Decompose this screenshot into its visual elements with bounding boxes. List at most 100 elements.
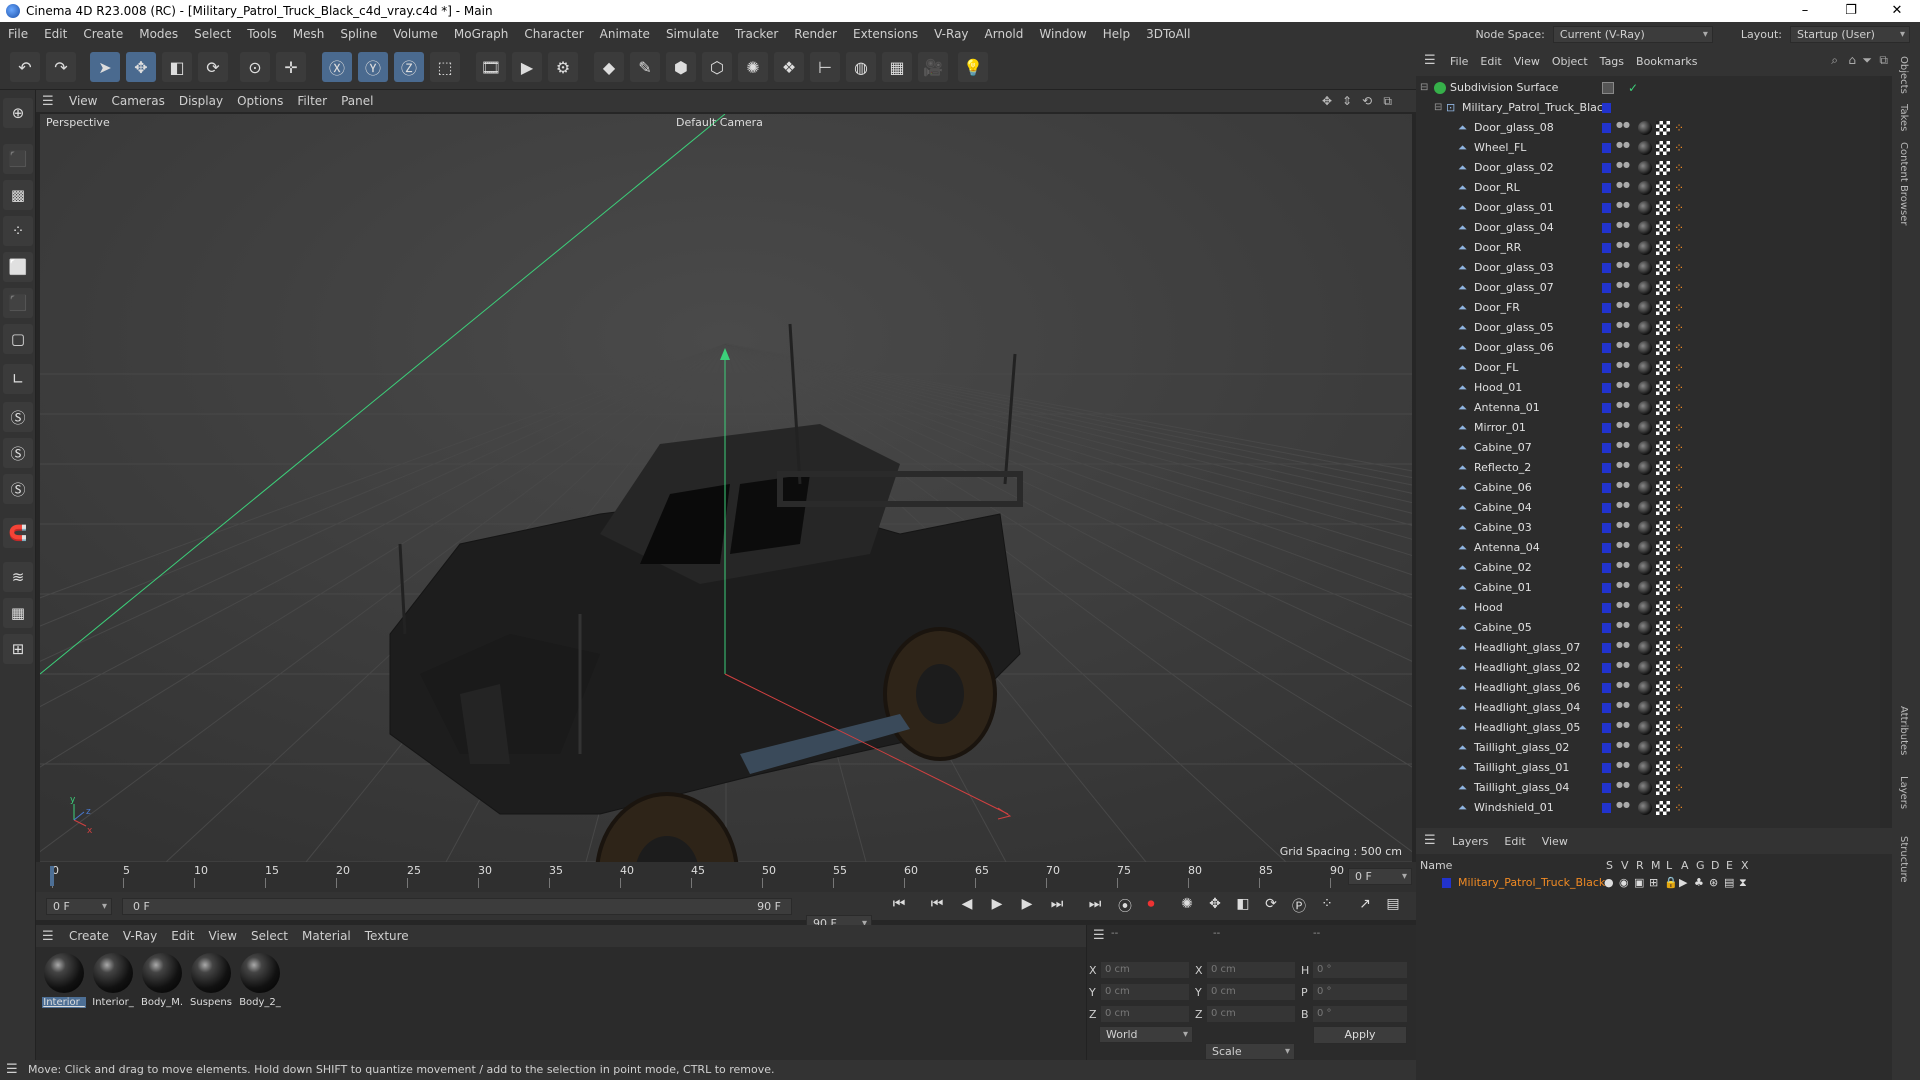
visibility-dots-icon[interactable]: ●● [1616,421,1630,435]
deformer-icon[interactable]: ⊢ [810,52,840,82]
phong-tag-icon[interactable]: ⁘ [1674,141,1688,155]
layer-color-icon[interactable] [1602,663,1611,673]
texture-tag-icon[interactable] [1656,141,1670,155]
texture-tag-icon[interactable] [1656,401,1670,415]
vray-material-tag-icon[interactable] [1638,501,1652,515]
tree-row[interactable]: ⏶ Door_glass_07 ●● ⁘ [1416,278,1876,298]
undo-icon[interactable]: ↶ [10,52,40,82]
play-icon[interactable]: ▶ [986,896,1008,916]
lock-icon[interactable]: 🔒 [1664,876,1678,889]
tree-row[interactable]: ⏶ Wheel_FL ●● ⁘ [1416,138,1876,158]
texture-tag-icon[interactable] [1656,561,1670,575]
visibility-dots-icon[interactable]: ●● [1616,361,1630,375]
vray-material-tag-icon[interactable] [1638,401,1652,415]
menu-arnold[interactable]: Arnold [977,27,1032,41]
key-rotation-icon[interactable]: ⟳ [1260,896,1282,916]
visibility-dots-icon[interactable]: ●● [1616,521,1630,535]
phong-tag-icon[interactable]: ⁘ [1674,281,1688,295]
visibility-dots-icon[interactable]: ●● [1616,541,1630,555]
visibility-dots-icon[interactable]: ●● [1616,181,1630,195]
texture-tag-icon[interactable] [1656,801,1670,815]
coord-size-field[interactable]: 0 cm [1207,962,1295,978]
tree-row[interactable]: ⏶ Antenna_04 ●● ⁘ [1416,538,1876,558]
phong-tag-icon[interactable]: ⁘ [1674,221,1688,235]
phong-tag-icon[interactable]: ⁘ [1674,161,1688,175]
coord-system-dropdown[interactable]: World [1099,1026,1193,1043]
material-swatch[interactable]: Body_2_ [238,953,282,1008]
menu-extensions[interactable]: Extensions [845,27,926,41]
object-menu-tags[interactable]: Tags [1594,55,1630,68]
material-menu-create[interactable]: Create [62,929,116,943]
object-menu-bookmarks[interactable]: Bookmarks [1630,55,1703,68]
tree-row[interactable]: ⏶ Cabine_01 ●● ⁘ [1416,578,1876,598]
next-frame-icon[interactable]: ▶ [1016,896,1038,916]
phong-tag-icon[interactable]: ⁘ [1674,401,1688,415]
texture-tag-icon[interactable] [1656,721,1670,735]
model-mode-icon[interactable]: ⬛ [3,144,33,174]
coord-mode-dropdown[interactable]: Scale [1205,1043,1295,1060]
solo-icon[interactable]: ● [1604,876,1614,889]
vray-material-tag-icon[interactable] [1638,281,1652,295]
layer-color-icon[interactable] [1602,383,1611,393]
layer-color-icon[interactable] [1602,803,1611,813]
visibility-dots-icon[interactable]: ●● [1616,721,1630,735]
menu-tracker[interactable]: Tracker [727,27,786,41]
hamburger-icon[interactable]: ☰ [1424,53,1436,68]
start-frame-field[interactable]: 0 F [46,898,112,915]
layer-row[interactable]: Military_Patrol_Truck_Black ● ◉ ▣ ⊞ 🔒 ▶ ♣ ⊛ ▤ ⧗ [1416,874,1892,892]
key-param-icon[interactable]: Ⓟ [1288,896,1310,916]
texture-tag-icon[interactable] [1656,761,1670,775]
side-tab-takes[interactable]: Takes [1898,104,1909,131]
phong-tag-icon[interactable]: ⁘ [1674,581,1688,595]
layer-color-icon[interactable] [1602,743,1611,753]
hamburger-icon[interactable]: ☰ [42,94,62,109]
tree-row[interactable]: ⏶ Hood_01 ●● ⁘ [1416,378,1876,398]
texture-tag-icon[interactable] [1656,461,1670,475]
move-axis-icon[interactable]: ✛ [276,52,306,82]
phong-tag-icon[interactable]: ⁘ [1674,441,1688,455]
texture-tag-icon[interactable] [1656,341,1670,355]
material-swatch[interactable]: Body_M. [140,953,184,1008]
tree-row[interactable]: ⏶ Door_glass_01 ●● ⁘ [1416,198,1876,218]
visibility-dots-icon[interactable]: ●● [1616,161,1630,175]
material-menu-view[interactable]: View [202,929,244,943]
generator-icon[interactable]: ♣ [1694,876,1704,889]
layer-name[interactable]: Military_Patrol_Truck_Black [1458,876,1605,889]
magnet-icon[interactable]: 🧲 [3,518,33,548]
viewport-menu-display[interactable]: Display [172,94,230,108]
viewport-menu-options[interactable]: Options [230,94,290,108]
coordinate-system-icon[interactable]: ⬚ [430,52,460,82]
subdivision-icon[interactable]: ⬢ [666,52,696,82]
rotate-view-icon[interactable]: ⟲ [1362,94,1372,108]
layer-menu-layers[interactable]: Layers [1444,835,1496,848]
vray-material-tag-icon[interactable] [1638,181,1652,195]
layer-color-icon[interactable] [1602,523,1611,533]
texture-tag-icon[interactable] [1656,641,1670,655]
layer-color-icon[interactable] [1602,583,1611,593]
phong-tag-icon[interactable]: ⁘ [1674,321,1688,335]
phong-tag-icon[interactable]: ⁘ [1674,761,1688,775]
go-next-key-icon[interactable]: ⏭ [1046,896,1068,916]
layer-color-icon[interactable] [1602,203,1611,213]
visibility-dots-icon[interactable]: ●● [1616,481,1630,495]
camera-icon[interactable]: 🎥 [918,52,948,82]
texture-tag-icon[interactable] [1656,441,1670,455]
object-menu-edit[interactable]: Edit [1474,55,1507,68]
layer-color-icon[interactable] [1602,563,1611,573]
menu-mesh[interactable]: Mesh [285,27,333,41]
vray-material-tag-icon[interactable] [1638,161,1652,175]
menu-modes[interactable]: Modes [131,27,186,41]
tree-row[interactable]: ⏶ Headlight_glass_04 ●● ⁘ [1416,698,1876,718]
minimize-button[interactable]: – [1782,0,1828,22]
coord-rotation-field[interactable]: 0 ° [1313,962,1407,978]
layer-color-icon[interactable] [1602,243,1611,253]
layer-color-swatch[interactable] [1442,878,1451,888]
deformer-icon[interactable]: ⊛ [1709,876,1718,889]
scale-tool-icon[interactable]: ◧ [162,52,192,82]
texture-tag-icon[interactable] [1656,121,1670,135]
layer-color-icon[interactable] [1602,343,1611,353]
texture-tag-icon[interactable] [1656,521,1670,535]
editor-visible-icon[interactable] [1602,82,1614,94]
menu-vray[interactable]: V-Ray [926,27,976,41]
floor-icon[interactable]: ▦ [882,52,912,82]
